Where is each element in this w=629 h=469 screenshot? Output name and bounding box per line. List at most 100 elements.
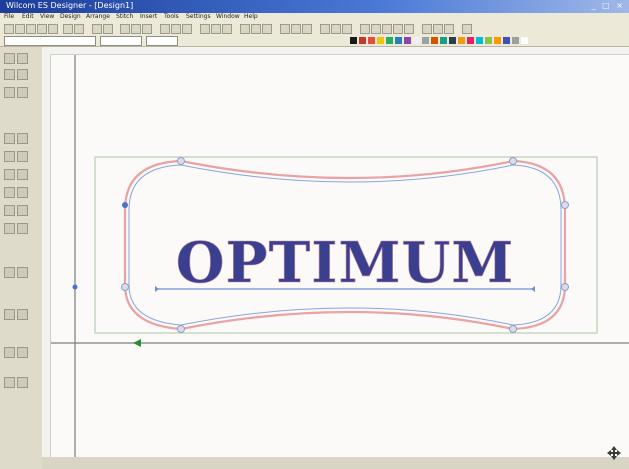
control-point[interactable] [121,283,129,291]
palette-swatch[interactable] [476,37,483,44]
zoom-tool-icon[interactable] [17,53,28,64]
palette-swatch[interactable] [359,37,366,44]
font-dropdown[interactable] [4,36,96,46]
menu-help[interactable]: Help [244,13,258,20]
objects-icon[interactable] [17,309,28,320]
palette-swatch[interactable] [458,37,465,44]
input-c-tool-icon[interactable] [17,87,28,98]
weld-icon[interactable] [382,24,392,34]
palette-swatch[interactable] [377,37,384,44]
layers-icon[interactable] [4,309,15,320]
control-point[interactable] [177,157,185,165]
menu-settings[interactable]: Settings [186,13,211,20]
horizontal-ruler[interactable] [50,47,629,55]
design-canvas[interactable]: OPTIMUM [51,55,629,457]
library-icon[interactable] [444,24,454,34]
ruler-icon[interactable] [291,24,301,34]
satin-tool-icon[interactable] [17,133,28,144]
color-wheel-icon[interactable] [262,24,272,34]
motif-tool-icon[interactable] [17,169,28,180]
select-icon[interactable] [4,24,14,34]
artistic-view-icon[interactable] [331,24,341,34]
palette-swatch[interactable] [503,37,510,44]
menu-tools[interactable]: Tools [164,13,179,20]
spacing-field[interactable] [146,36,178,46]
pointer-tool-icon[interactable] [4,53,15,64]
outline-icon[interactable] [142,24,152,34]
appliqué-tool-icon[interactable] [4,169,15,180]
trim-icon[interactable] [17,347,28,358]
hoop-select-icon[interactable] [4,377,15,388]
satin-icon[interactable] [171,24,181,34]
measure-icon[interactable] [302,24,312,34]
control-point[interactable] [509,157,517,165]
save-icon[interactable] [37,24,47,34]
color-swatch-icon[interactable] [17,267,28,278]
menu-window[interactable]: Window [216,13,240,20]
palette-swatch[interactable] [512,37,519,44]
menu-view[interactable]: View [40,13,54,20]
palette-swatch[interactable] [350,37,357,44]
grid-icon[interactable] [280,24,290,34]
align-icon[interactable] [200,24,210,34]
reshape-icon[interactable] [251,24,261,34]
convert-icon[interactable] [371,24,381,34]
palette-swatch[interactable] [485,37,492,44]
palette-swatch[interactable] [494,37,501,44]
redo-icon[interactable] [74,24,84,34]
reshape-tool-icon[interactable] [4,205,15,216]
control-point[interactable] [177,325,185,333]
tatami-icon[interactable] [182,24,192,34]
vertical-ruler[interactable] [42,47,51,457]
view-icon[interactable] [320,24,330,34]
travel-icon[interactable] [4,347,15,358]
menu-stitch[interactable]: Stitch [116,13,133,20]
new-file-icon[interactable] [15,24,25,34]
mirror-icon[interactable] [222,24,232,34]
group-icon[interactable] [211,24,221,34]
column-tool-icon[interactable] [17,151,28,162]
stitch-edit-tool-icon[interactable] [17,205,28,216]
palette-swatch[interactable] [521,37,528,44]
text-tool-icon[interactable] [4,69,15,80]
baseline-end-handle[interactable] [531,286,535,292]
palette-swatch[interactable] [431,37,438,44]
move-icon[interactable] [607,445,621,460]
palette-swatch[interactable] [440,37,447,44]
menu-design[interactable]: Design [60,13,81,20]
split-icon[interactable] [393,24,403,34]
stitch-player-icon[interactable] [342,24,352,34]
menu-arrange[interactable]: Arrange [86,13,110,20]
hole-tool-icon[interactable] [4,223,15,234]
palette-swatch[interactable] [368,37,375,44]
fill-icon[interactable] [131,24,141,34]
digitize-icon[interactable] [120,24,130,34]
trace-icon[interactable] [360,24,370,34]
menu-insert[interactable]: Insert [140,13,157,20]
print-icon[interactable] [48,24,58,34]
properties-icon[interactable] [433,24,443,34]
control-point[interactable] [509,325,517,333]
palette-swatch[interactable] [422,37,429,44]
help-icon[interactable] [462,24,472,34]
size-dropdown[interactable] [100,36,142,46]
open-icon[interactable] [26,24,36,34]
color-picker-icon[interactable] [4,267,15,278]
complex-fill-tool-icon[interactable] [4,151,15,162]
control-point[interactable] [561,201,569,209]
input-a-tool-icon[interactable] [17,69,28,80]
zoom-icon[interactable] [92,24,102,34]
palette-swatch[interactable] [404,37,411,44]
sequence-icon[interactable] [422,24,432,34]
palette-swatch[interactable] [413,37,420,44]
undo-icon[interactable] [63,24,73,34]
palette-swatch[interactable] [449,37,456,44]
cut-tool-icon[interactable] [4,187,15,198]
knife-tool-icon[interactable] [17,187,28,198]
control-point[interactable] [561,283,569,291]
window-controls[interactable]: _ □ × [592,1,625,10]
hoop-icon[interactable] [404,24,414,34]
control-point[interactable] [122,202,128,208]
lettering-icon[interactable] [103,24,113,34]
node-edit-icon[interactable] [240,24,250,34]
